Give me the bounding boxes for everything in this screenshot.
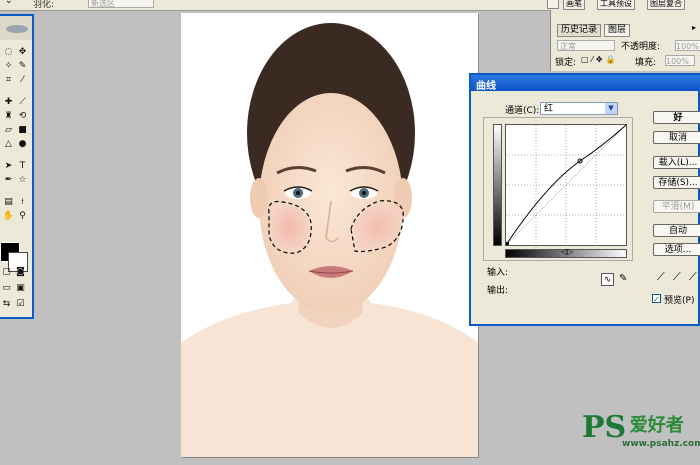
jump-icon[interactable]: ☑ (14, 298, 27, 310)
panel-menu-icon[interactable]: ▸ (692, 23, 696, 32)
lock-icons[interactable]: ▢⁄✥🔒 (581, 55, 619, 64)
eyedropper-icon[interactable]: ⟊ (16, 196, 29, 208)
crop-tool-icon[interactable]: ⌗ (2, 74, 15, 86)
lock-label: 锁定: (555, 58, 577, 68)
channel-label: 通道(C): (505, 106, 540, 116)
fullscreen-mode-icon[interactable]: ▣ (14, 282, 27, 294)
pen-path-icon[interactable]: ✒ (2, 174, 15, 186)
blend-mode-dropdown[interactable]: 正常 (557, 40, 615, 51)
dialog-title: 曲线 (476, 81, 496, 92)
channel-value: 红 (544, 104, 554, 114)
eraser-tool-icon[interactable]: ▱ (2, 124, 15, 136)
load-button[interactable]: 载入(L)... (653, 156, 700, 169)
channel-select[interactable]: 红 ▼ (540, 102, 618, 115)
cancel-button[interactable]: 取消 (653, 131, 700, 144)
fill-field[interactable]: 100% (665, 55, 695, 66)
healing-brush-icon[interactable]: ✚ (2, 96, 15, 108)
notes-tool-icon[interactable]: ▤ (2, 196, 15, 208)
clone-stamp-icon[interactable]: ♜ (2, 110, 15, 122)
watermark: PS 爱好者 www.psahz.com (582, 410, 700, 449)
document-canvas[interactable] (181, 13, 478, 457)
save-button[interactable]: 存储(S)... (653, 176, 700, 189)
screen-mode-icon[interactable]: ▭ (0, 282, 13, 294)
quick-mask-icon[interactable]: ◙ (14, 266, 27, 278)
tab-brushes[interactable]: 画笔 (563, 0, 585, 10)
toolbox: ◌ ✥ ✧ ✎ ⌗ ⁄ ✚ ⟋ ♜ ⟲ ▱ ■ △ ● ➤ T ✒ ☆ ▤ ⟊ … (0, 14, 34, 319)
watermark-cn: 爱好者 (629, 415, 684, 436)
chevron-icon[interactable]: ⌄ (5, 0, 13, 6)
pencil-mode-icon[interactable]: ✎ (619, 273, 627, 284)
opacity-label: 不透明度: (621, 42, 661, 52)
ok-button[interactable]: 好 (653, 111, 700, 124)
tab-layer-comps[interactable]: 图层复合 (647, 0, 685, 10)
preview-checkbox[interactable]: ✓ (652, 294, 661, 304)
gray-eyedropper-icon[interactable]: ⟋ (673, 270, 681, 284)
output-gradient-bar (493, 124, 502, 246)
curve-point-mode-icon[interactable]: ∿ (601, 273, 614, 286)
input-label: 输入: (487, 268, 509, 278)
preview-label: 预览(P) (664, 296, 695, 306)
feather-icon (6, 25, 28, 33)
curve-graph[interactable] (505, 124, 627, 246)
slice-tool-icon[interactable]: ⁄ (16, 74, 29, 86)
history-brush-icon[interactable]: ⟲ (16, 110, 29, 122)
white-eyedropper-icon[interactable]: ⟋ (689, 270, 697, 284)
gradient-tool-icon[interactable]: ■ (16, 124, 29, 136)
options-bar: ⌄ 羽化: 新选区 (0, 0, 545, 11)
tab-layers[interactable]: 图层 (604, 24, 631, 37)
hand-tool-icon[interactable]: ✋ (2, 210, 15, 222)
selection-mode-dropdown[interactable]: 新选区 (88, 0, 154, 8)
standard-mode-icon[interactable]: ▢ (0, 266, 13, 278)
dodge-tool-icon[interactable]: ● (16, 138, 29, 150)
blur-tool-icon[interactable]: △ (2, 138, 15, 150)
layers-panel: 历史记录 图层 ▸ 正常 不透明度: 100% 锁定: ▢⁄✥🔒 填充: 100… (550, 10, 700, 71)
tab-history[interactable]: 历史记录 (557, 24, 602, 37)
output-label: 输出: (487, 286, 509, 296)
gradient-toggle-icon[interactable]: ◁▷ (561, 247, 573, 256)
brush-tool-icon[interactable]: ⟋ (16, 96, 29, 108)
shape-tool-icon[interactable]: ☆ (16, 174, 29, 186)
options-button[interactable]: 选项... (653, 243, 700, 256)
curve-plot (505, 124, 627, 246)
smooth-button[interactable]: 平滑(M) (653, 200, 700, 213)
black-eyedropper-icon[interactable]: ⟋ (657, 270, 665, 284)
dialog-title-bar[interactable]: 曲线 (471, 75, 700, 92)
toolbox-header (0, 16, 32, 40)
curves-dialog: 曲线 通道(C): 红 ▼ ◁▷ 好 取消 载入(L)... 存储(S)... … (469, 73, 700, 326)
imageready-icon[interactable]: ⇆ (0, 298, 13, 310)
chevron-down-icon: ▼ (605, 103, 617, 114)
magic-wand-icon[interactable]: ✧ (2, 60, 15, 72)
path-select-icon[interactable]: ➤ (2, 160, 15, 172)
type-tool-icon[interactable]: T (16, 160, 29, 172)
palette-icon[interactable] (547, 0, 559, 9)
watermark-brand: PS (582, 410, 627, 445)
lasso-tool-icon[interactable]: ◌ (2, 46, 15, 58)
move-tool-icon[interactable]: ✥ (16, 46, 29, 58)
opacity-field[interactable]: 100% (675, 40, 700, 51)
pen-tool-icon[interactable]: ✎ (16, 60, 29, 72)
fill-label: 填充: (635, 58, 657, 68)
tab-tool-presets[interactable]: 工具预设 (597, 0, 635, 10)
auto-button[interactable]: 自动 (653, 224, 700, 237)
zoom-tool-icon[interactable]: ⚲ (16, 210, 29, 222)
portrait-photo (181, 13, 478, 457)
feather-label: 羽化: (33, 0, 55, 10)
